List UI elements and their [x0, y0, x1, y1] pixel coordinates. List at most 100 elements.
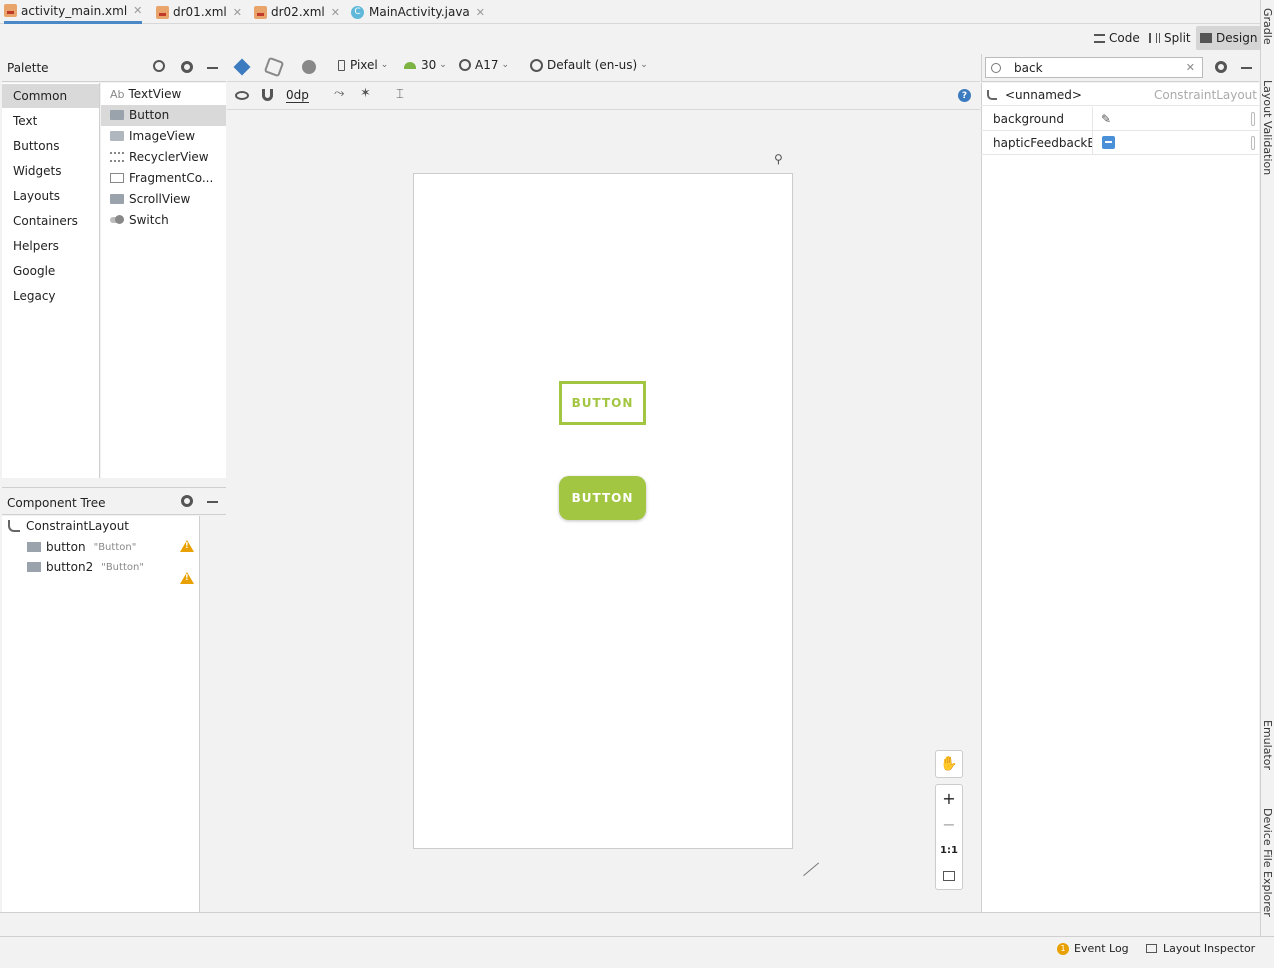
tree-node-button[interactable]: button "Button"	[27, 540, 136, 554]
clear-icon[interactable]: ✕	[1186, 61, 1195, 74]
chevron-down-icon: ⌄	[640, 60, 648, 70]
selected-component-row: <unnamed> ConstraintLayout	[981, 84, 1259, 106]
button-icon	[110, 110, 124, 120]
side-tab-layout-validation[interactable]: Layout Validation	[1261, 80, 1274, 175]
component-type: ConstraintLayout	[1153, 87, 1257, 102]
side-tab-device-file-explorer[interactable]: Device File Explorer	[1261, 808, 1274, 917]
layout-inspector-label: Layout Inspector	[1163, 942, 1256, 955]
gear-icon[interactable]	[1215, 61, 1227, 73]
theme-selector[interactable]: A17 ⌄	[459, 58, 509, 72]
help-icon[interactable]: ?	[958, 89, 971, 102]
component-tree-panel	[2, 516, 200, 912]
minimize-icon[interactable]	[1241, 67, 1252, 69]
gear-icon[interactable]	[181, 61, 193, 73]
attribute-row-haptic[interactable]: hapticFeedbackEn...	[981, 131, 1259, 155]
palette-item-label: ImageView	[129, 129, 196, 143]
api-selector[interactable]: 30 ⌄	[404, 58, 447, 72]
switch-icon	[110, 215, 124, 224]
side-tab-gradle[interactable]: Gradle	[1261, 8, 1274, 45]
event-count-badge: 1	[1057, 942, 1069, 955]
api-label: 30	[421, 58, 437, 72]
magnet-icon[interactable]	[262, 89, 273, 101]
theme-icon	[459, 59, 471, 71]
attribute-value-field[interactable]	[1251, 135, 1255, 150]
close-icon[interactable]: ✕	[233, 6, 242, 19]
palette-item-label: Switch	[129, 213, 169, 227]
design-view-button[interactable]: Design	[1196, 26, 1262, 50]
minimize-icon[interactable]	[207, 67, 218, 69]
tab-dr02[interactable]: dr02.xml ✕	[254, 0, 340, 24]
category-common[interactable]: Common	[13, 89, 67, 103]
editor-tab-bar: activity_main.xml ✕ dr01.xml ✕ dr02.xml …	[0, 0, 1274, 24]
layout-inspector-button[interactable]: Layout Inspector	[1146, 942, 1255, 955]
tab-label: dr02.xml	[271, 5, 325, 19]
component-name: <unnamed>	[1005, 87, 1082, 102]
palette-item-recyclerview[interactable]: RecyclerView	[110, 150, 209, 164]
guidelines-icon[interactable]: ⌶	[396, 87, 404, 102]
wrench-icon[interactable]: ⚲	[774, 152, 783, 166]
gear-icon[interactable]	[181, 495, 193, 507]
palette-item-switch[interactable]: Switch	[110, 213, 169, 227]
category-google[interactable]: Google	[13, 264, 55, 278]
button-filled[interactable]: BUTTON	[559, 476, 646, 520]
minimize-icon[interactable]	[207, 501, 218, 503]
zoom-out-button[interactable]: −	[935, 812, 963, 836]
tree-node-text: "Button"	[101, 561, 144, 573]
attribute-name: background	[981, 107, 1093, 130]
infer-constraints-icon[interactable]: ✶	[360, 86, 371, 101]
locale-selector[interactable]: Default (en-us) ⌄	[530, 58, 648, 72]
code-view-button[interactable]: Code	[1090, 26, 1144, 50]
category-legacy[interactable]: Legacy	[13, 289, 56, 303]
palette-item-textview[interactable]: Ab TextView	[110, 87, 181, 101]
search-icon[interactable]	[153, 60, 165, 72]
category-text[interactable]: Text	[13, 114, 37, 128]
zoom-fit-button[interactable]	[935, 864, 963, 888]
tree-node-button2[interactable]: button2 "Button"	[27, 560, 144, 574]
tab-dr01[interactable]: dr01.xml ✕	[156, 0, 242, 24]
close-icon[interactable]: ✕	[133, 4, 142, 17]
category-helpers[interactable]: Helpers	[13, 239, 59, 253]
checkbox-indeterminate-icon[interactable]	[1102, 136, 1115, 149]
palette-item-button[interactable]: Button	[110, 108, 169, 122]
category-widgets[interactable]: Widgets	[13, 164, 62, 178]
close-icon[interactable]: ✕	[476, 6, 485, 19]
default-margin-selector[interactable]: 0dp	[286, 88, 309, 103]
attribute-row-background[interactable]: background ✎	[981, 107, 1259, 131]
xml-file-icon	[4, 4, 17, 17]
clear-constraints-icon[interactable]: ⤳	[334, 86, 344, 101]
close-icon[interactable]: ✕	[331, 6, 340, 19]
palette-item-label: Button	[129, 108, 170, 122]
attribute-value-field[interactable]	[1251, 111, 1255, 126]
palette-item-fragmentcontainer[interactable]: FragmentCo...	[110, 171, 213, 185]
palette-item-scrollview[interactable]: ScrollView	[110, 192, 190, 206]
category-layouts[interactable]: Layouts	[13, 189, 60, 203]
side-tab-emulator[interactable]: Emulator	[1261, 720, 1274, 770]
scrollview-icon	[110, 194, 124, 204]
button-outlined[interactable]: BUTTON	[559, 381, 646, 425]
eyedropper-icon[interactable]: ✎	[1101, 112, 1111, 126]
category-containers[interactable]: Containers	[13, 214, 78, 228]
zoom-actual-size-button[interactable]: 1:1	[935, 838, 963, 862]
zoom-in-button[interactable]: +	[935, 786, 963, 810]
tree-node-text: "Button"	[93, 541, 137, 553]
device-selector[interactable]: Pixel ⌄	[338, 58, 388, 72]
event-log-button[interactable]: 1 Event Log	[1057, 942, 1129, 955]
warning-icon[interactable]	[180, 540, 194, 552]
eye-icon[interactable]	[235, 91, 249, 100]
split-view-button[interactable]: Split	[1145, 26, 1195, 50]
button-icon	[27, 542, 41, 552]
pan-button[interactable]: ✋	[935, 750, 963, 778]
tab-mainactivity[interactable]: C MainActivity.java ✕	[351, 0, 485, 24]
image-icon	[110, 131, 124, 141]
locale-label: Default (en-us)	[547, 58, 638, 72]
palette-item-imageview[interactable]: ImageView	[110, 129, 195, 143]
component-tree-title: Component Tree	[7, 496, 106, 510]
tab-activity-main[interactable]: activity_main.xml ✕	[4, 0, 143, 24]
attributes-search-input[interactable]: back ✕	[985, 57, 1203, 78]
chevron-down-icon: ⌄	[501, 60, 510, 70]
split-icon	[1149, 33, 1160, 43]
night-mode-icon[interactable]	[302, 60, 316, 74]
tree-node-constraintlayout[interactable]: ConstraintLayout	[8, 519, 129, 533]
warning-icon[interactable]	[180, 572, 194, 584]
category-buttons[interactable]: Buttons	[13, 139, 59, 153]
